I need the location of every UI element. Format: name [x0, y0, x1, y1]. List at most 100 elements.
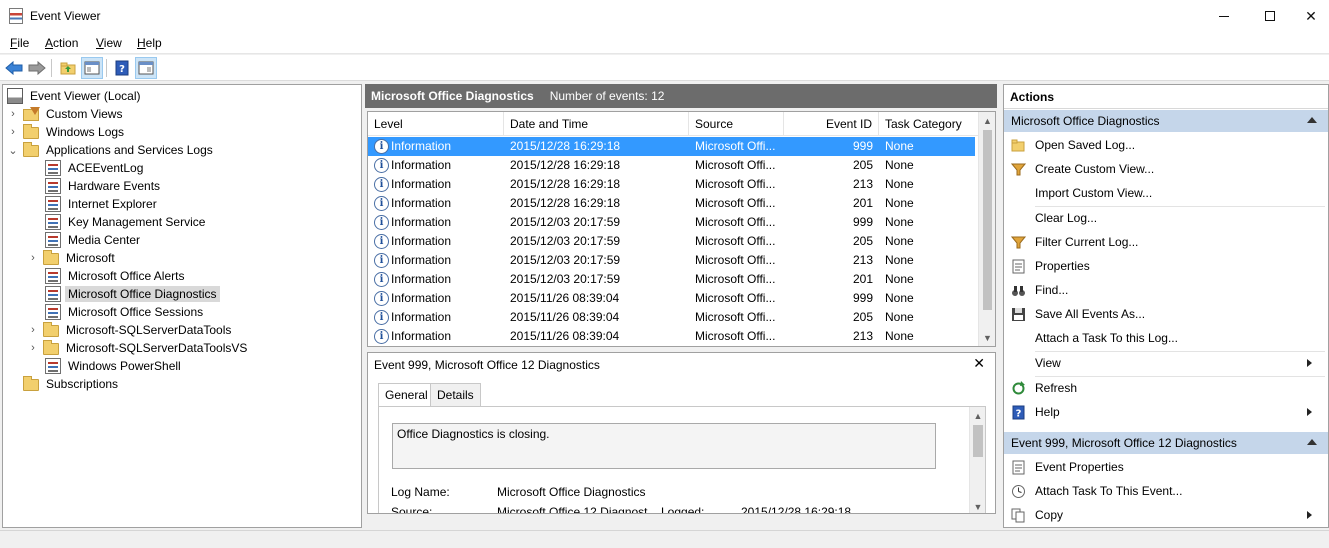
save-icon — [1011, 306, 1026, 321]
filter-icon — [1010, 234, 1027, 249]
event-row[interactable]: i Information 2015/12/28 16:29:18 Microsoft… — [368, 156, 975, 175]
event-id: 213 — [852, 253, 873, 267]
submenu-arrow-icon — [1307, 511, 1312, 519]
action-help[interactable]: ? Help — [1004, 400, 1328, 424]
event-row[interactable]: i Information 2015/12/03 20:17:59 Microsoft… — [368, 213, 975, 232]
event-row[interactable]: i Information 2015/11/26 08:39:04 Microsoft… — [368, 289, 975, 308]
tree-item-folder[interactable]: › Microsoft-SQLServerDataTools — [27, 321, 234, 339]
event-row[interactable]: i Information 2015/12/28 16:29:18 Microsoft… — [368, 194, 975, 213]
actions-title: Actions — [1004, 85, 1328, 109]
show-console-tree-button[interactable] — [81, 57, 103, 79]
expand-chevron-icon[interactable]: › — [7, 108, 19, 120]
tree-item-subscriptions[interactable]: Subscriptions — [23, 375, 121, 393]
collapse-triangle-icon[interactable] — [1307, 439, 1317, 445]
event-list-scrollbar[interactable]: ▲ ▼ — [978, 112, 995, 346]
tree-item-root[interactable]: Event Viewer (Local) — [7, 87, 144, 105]
app-services-folder-icon — [23, 142, 39, 157]
action-clear-log[interactable]: Clear Log... — [1004, 206, 1328, 230]
action-open-saved-log[interactable]: Open Saved Log... — [1004, 133, 1328, 157]
actions-section-log[interactable]: Microsoft Office Diagnostics — [1004, 110, 1328, 132]
actions-pane: Actions Microsoft Office Diagnostics Ope… — [1003, 84, 1329, 528]
action-event-properties[interactable]: Event Properties — [1004, 455, 1328, 479]
help-toolbar-button[interactable]: ? — [111, 57, 133, 79]
tree-item-windows-logs[interactable]: › Windows Logs — [7, 123, 127, 141]
scroll-thumb[interactable] — [973, 425, 983, 457]
collapse-chevron-icon[interactable]: ⌄ — [7, 144, 19, 157]
collapse-triangle-icon[interactable] — [1307, 117, 1317, 123]
help-book-icon: ? — [115, 60, 129, 76]
scroll-thumb[interactable] — [983, 130, 992, 310]
event-task-category: None — [885, 310, 914, 324]
tree-item-log-selected[interactable]: Microsoft Office Diagnostics — [45, 285, 220, 303]
tree-item-log[interactable]: Windows PowerShell — [45, 357, 184, 375]
event-row[interactable]: i Information 2015/12/28 16:29:18 Microsoft… — [368, 175, 975, 194]
action-refresh[interactable]: Refresh — [1004, 376, 1328, 400]
event-id: 999 — [852, 215, 873, 229]
action-copy[interactable]: Copy — [1004, 503, 1328, 527]
action-save-all-events-as[interactable]: Save All Events As... — [1004, 302, 1328, 326]
column-header-datetime[interactable]: Date and Time — [504, 112, 689, 136]
expand-chevron-icon[interactable]: › — [27, 252, 39, 264]
minimize-button[interactable] — [1201, 0, 1247, 32]
expand-chevron-icon[interactable]: › — [27, 324, 39, 336]
toolbar-separator — [106, 59, 107, 77]
forward-button[interactable] — [26, 57, 48, 79]
event-row[interactable]: i Information 2015/12/28 16:29:18 Microsoft… — [368, 137, 975, 156]
event-row[interactable]: i Information 2015/11/26 08:39:04 Microsoft… — [368, 308, 975, 327]
tab-general[interactable]: General — [378, 383, 435, 408]
up-folder-button[interactable] — [57, 57, 79, 79]
detail-scrollbar[interactable]: ▲ ▼ — [969, 407, 986, 513]
action-view[interactable]: View — [1004, 351, 1328, 375]
event-source: Microsoft Offi... — [695, 215, 776, 229]
event-datetime: 2015/12/28 16:29:18 — [510, 139, 621, 153]
event-row[interactable]: i Information 2015/11/26 08:39:04 Microsoft… — [368, 327, 975, 346]
tree-item-custom-views[interactable]: › Custom Views — [7, 105, 125, 123]
event-id: 999 — [852, 139, 873, 153]
tree-item-log[interactable]: Hardware Events — [45, 177, 163, 195]
menu-view[interactable]: View — [96, 36, 122, 50]
column-header-source[interactable]: Source — [689, 112, 784, 136]
tree-item-log[interactable]: Internet Explorer — [45, 195, 160, 213]
maximize-button[interactable] — [1247, 0, 1293, 32]
action-pane-icon — [138, 61, 154, 75]
tree-item-folder[interactable]: › Microsoft — [27, 249, 118, 267]
back-button[interactable] — [3, 57, 25, 79]
show-action-pane-button[interactable] — [135, 57, 157, 79]
expand-chevron-icon[interactable]: › — [7, 126, 19, 138]
action-create-custom-view[interactable]: Create Custom View... — [1004, 157, 1328, 181]
tree-item-log[interactable]: Microsoft Office Sessions — [45, 303, 206, 321]
scroll-up-arrow-icon[interactable]: ▲ — [979, 112, 995, 129]
action-import-custom-view[interactable]: Import Custom View... — [1004, 181, 1328, 205]
menu-file[interactable]: File — [10, 36, 29, 50]
action-find[interactable]: Find... — [1004, 278, 1328, 302]
event-log-icon — [45, 304, 61, 320]
scroll-down-arrow-icon[interactable]: ▼ — [970, 498, 986, 513]
action-attach-task-to-this-event[interactable]: Attach Task To This Event... — [1004, 479, 1328, 503]
close-detail-icon[interactable]: ✕ — [973, 355, 985, 372]
tree-item-folder[interactable]: › Microsoft-SQLServerDataToolsVS — [27, 339, 250, 357]
column-header-event-id[interactable]: Event ID — [784, 112, 879, 136]
actions-section-event[interactable]: Event 999, Microsoft Office 12 Diagnosti… — [1004, 432, 1328, 454]
column-header-level[interactable]: Level — [368, 112, 504, 136]
tree-item-log[interactable]: Media Center — [45, 231, 143, 249]
tab-details[interactable]: Details — [430, 383, 481, 407]
action-filter-current-log[interactable]: Filter Current Log... — [1004, 230, 1328, 254]
menu-bar: File Action View Help — [0, 32, 1329, 54]
close-window-button[interactable]: ✕ — [1293, 0, 1329, 32]
information-icon: i — [374, 253, 389, 268]
tree-item-app-services-logs[interactable]: ⌄ Applications and Services Logs — [7, 141, 216, 159]
menu-help[interactable]: Help — [137, 36, 162, 50]
tree-item-log[interactable]: ACEEventLog — [45, 159, 146, 177]
event-row[interactable]: i Information 2015/12/03 20:17:59 Microsoft… — [368, 270, 975, 289]
action-properties[interactable]: Properties — [1004, 254, 1328, 278]
event-row[interactable]: i Information 2015/12/03 20:17:59 Microsoft… — [368, 251, 975, 270]
tree-item-log[interactable]: Microsoft Office Alerts — [45, 267, 187, 285]
menu-action[interactable]: Action — [45, 36, 78, 50]
column-header-task-category[interactable]: Task Category — [879, 112, 976, 136]
tree-item-log[interactable]: Key Management Service — [45, 213, 208, 231]
event-row[interactable]: i Information 2015/12/03 20:17:59 Microsoft… — [368, 232, 975, 251]
scroll-up-arrow-icon[interactable]: ▲ — [970, 407, 986, 424]
scroll-down-arrow-icon[interactable]: ▼ — [979, 329, 995, 346]
action-attach-a-task-to-this-log[interactable]: Attach a Task To this Log... — [1004, 326, 1328, 350]
expand-chevron-icon[interactable]: › — [27, 342, 39, 354]
